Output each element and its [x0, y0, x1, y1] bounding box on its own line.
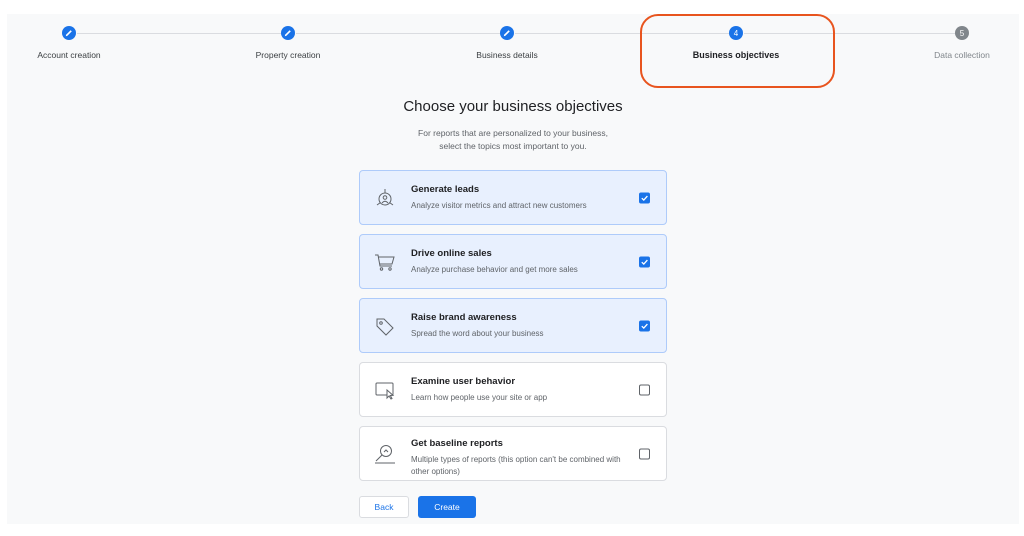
option-description: Learn how people use your site or app: [411, 393, 548, 402]
option-checkbox[interactable]: [639, 192, 650, 203]
option-examine-user-behavior[interactable]: Examine user behavior Learn how people u…: [359, 362, 667, 417]
step-number-badge: 5: [955, 26, 969, 40]
shopping-cart-icon: [373, 250, 397, 274]
back-button[interactable]: Back: [359, 496, 409, 518]
step-label: Business details: [476, 50, 538, 60]
page-subtitle: For reports that are personalized to you…: [7, 127, 1019, 153]
option-drive-online-sales[interactable]: Drive online sales Analyze purchase beha…: [359, 234, 667, 289]
screen-cursor-icon: [373, 378, 397, 402]
leads-target-icon: [373, 186, 397, 210]
magnifier-report-icon: [373, 442, 397, 466]
option-description: Multiple types of reports (this option c…: [411, 455, 621, 476]
pencil-icon: [62, 26, 76, 40]
option-description: Analyze purchase behavior and get more s…: [411, 265, 578, 274]
step-business-details[interactable]: Business details: [437, 26, 577, 60]
step-account-creation[interactable]: Account creation: [0, 26, 139, 60]
option-title: Generate leads: [411, 184, 480, 195]
option-title: Drive online sales: [411, 248, 492, 259]
option-checkbox[interactable]: [639, 384, 650, 395]
option-checkbox[interactable]: [639, 320, 650, 331]
option-title: Get baseline reports: [411, 438, 503, 449]
step-label: Data collection: [934, 50, 990, 60]
setup-wizard: Account creation Property creation Busin…: [7, 14, 1019, 524]
option-title: Raise brand awareness: [411, 312, 517, 323]
option-checkbox[interactable]: [639, 256, 650, 267]
tag-icon: [373, 314, 397, 338]
step-label: Account creation: [37, 50, 101, 60]
subtitle-line: select the topics most important to you.: [439, 141, 587, 151]
subtitle-line: For reports that are personalized to you…: [418, 128, 608, 138]
option-description: Spread the word about your business: [411, 329, 544, 338]
option-raise-brand-awareness[interactable]: Raise brand awareness Spread the word ab…: [359, 298, 667, 353]
option-description: Analyze visitor metrics and attract new …: [411, 201, 587, 210]
pencil-icon: [281, 26, 295, 40]
step-data-collection: 5 Data collection: [892, 26, 1024, 60]
annotation-highlight: [640, 14, 835, 88]
option-get-baseline-reports[interactable]: Get baseline reports Multiple types of r…: [359, 426, 667, 481]
page-title: Choose your business objectives: [403, 98, 623, 115]
option-title: Examine user behavior: [411, 376, 516, 387]
create-button[interactable]: Create: [418, 496, 476, 518]
option-generate-leads[interactable]: Generate leads Analyze visitor metrics a…: [359, 170, 667, 225]
step-label: Property creation: [255, 50, 321, 60]
option-checkbox[interactable]: [639, 448, 650, 459]
step-property-creation[interactable]: Property creation: [218, 26, 358, 60]
pencil-icon: [500, 26, 514, 40]
